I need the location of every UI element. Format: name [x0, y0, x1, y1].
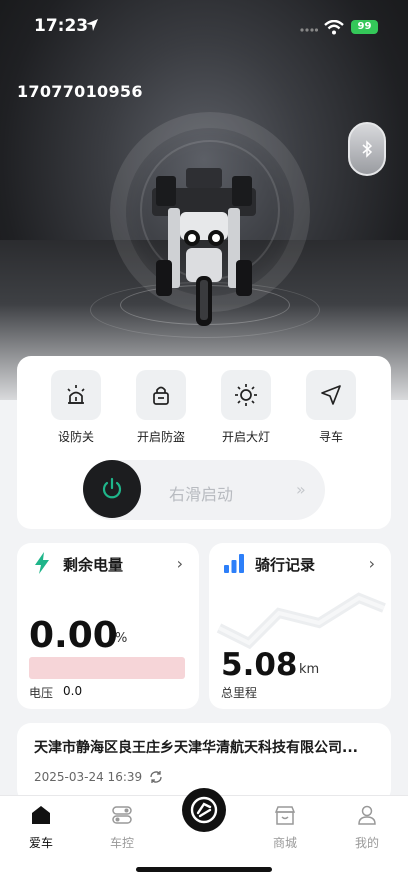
- tab-label: 车控: [109, 836, 134, 850]
- tab-label: 爱车: [28, 836, 53, 850]
- battery-level-bar: [29, 657, 185, 679]
- bar-chart-icon: [224, 554, 244, 573]
- vehicle-image: [152, 168, 256, 326]
- ride-record-card[interactable]: 骑行记录 › 5.08 km 总里程: [209, 543, 391, 709]
- find-vehicle-button[interactable]: 寻车: [296, 370, 366, 445]
- control-label: 设防关: [57, 430, 94, 444]
- tab-shop[interactable]: 商城: [255, 804, 315, 851]
- headlight-button[interactable]: 开启大灯: [211, 370, 281, 445]
- headlight-sun-icon: [235, 384, 257, 406]
- home-icon: [32, 806, 50, 824]
- alarm-light-icon: [67, 385, 85, 404]
- control-label: 寻车: [318, 430, 343, 444]
- total-mileage-label: 总里程: [221, 686, 258, 700]
- home-indicator: [136, 867, 272, 872]
- power-icon: [102, 477, 122, 499]
- bottom-tab-bar: 爱车 车控 商城 我的: [0, 788, 408, 883]
- anti-theft-button[interactable]: 开启防盗: [126, 370, 196, 445]
- user-icon: [358, 805, 376, 825]
- lightning-icon: [35, 552, 49, 574]
- vehicle-hero: 17:23 99 17077010956: [0, 0, 408, 400]
- account-phone: 17077010956: [17, 82, 143, 101]
- location-address: 天津市静海区良王庄乡天津华清航天科技有限公司...: [34, 740, 358, 756]
- location-arrow-icon: [86, 19, 98, 31]
- slide-label: 右滑启动: [169, 485, 234, 504]
- lock-icon: [153, 386, 169, 405]
- brand-logo-button[interactable]: [182, 788, 226, 832]
- slider-knob[interactable]: [83, 460, 141, 518]
- voltage-label: 电压: [29, 686, 54, 700]
- bluetooth-button[interactable]: [348, 122, 386, 176]
- refresh-icon[interactable]: [149, 770, 163, 784]
- toggle-control-icon: [112, 806, 132, 824]
- tab-label: 商城: [272, 836, 297, 850]
- battery-indicator: 99: [351, 20, 378, 34]
- signal-dots-icon: [300, 28, 318, 32]
- tab-profile[interactable]: 我的: [337, 804, 397, 851]
- navigation-arrow-icon: [321, 385, 341, 405]
- tab-vehicle-control[interactable]: 车控: [92, 804, 152, 851]
- battery-title: 剩余电量: [63, 556, 124, 574]
- battery-unit: %: [115, 631, 128, 646]
- vehicle-control-card: 设防关 开启防盗 开启大灯 寻车 右滑启动 »: [17, 356, 391, 529]
- mileage-unit: km: [299, 662, 320, 677]
- ride-title: 骑行记录: [255, 556, 316, 574]
- total-mileage-value: 5.08: [221, 647, 298, 683]
- location-time: 2025-03-24 16:39: [34, 770, 143, 784]
- chevron-right-icon[interactable]: ›: [177, 554, 183, 573]
- voltage-value: 0.0: [63, 684, 83, 698]
- wifi-icon: [324, 20, 344, 35]
- tab-my-vehicle[interactable]: 爱车: [11, 804, 71, 851]
- bluetooth-icon: [362, 140, 372, 158]
- battery-value: 0.00: [29, 615, 118, 656]
- battery-card[interactable]: 剩余电量 › 0.00 % 电压 0.0: [17, 543, 199, 709]
- chevron-right-icon[interactable]: ›: [369, 554, 375, 573]
- alarm-toggle-button[interactable]: 设防关: [41, 370, 111, 445]
- double-chevron-icon: »: [296, 480, 306, 499]
- control-label: 开启防盗: [136, 430, 185, 444]
- tab-label: 我的: [354, 836, 379, 850]
- shop-icon: [274, 806, 296, 825]
- slide-to-start[interactable]: 右滑启动 »: [83, 460, 325, 520]
- status-time: 17:23: [34, 16, 89, 36]
- control-label: 开启大灯: [221, 430, 270, 444]
- brand-logo-icon: [190, 796, 218, 824]
